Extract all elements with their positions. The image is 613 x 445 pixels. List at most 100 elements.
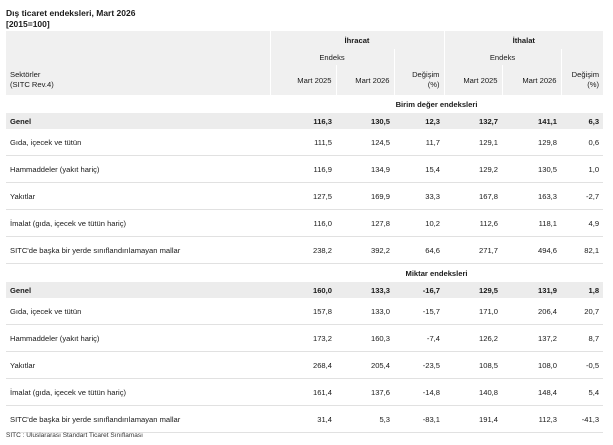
value-cell: 15,4 <box>394 155 445 183</box>
value-cell: 130,5 <box>502 155 562 183</box>
section-title: Birim değer endeksleri <box>270 95 604 113</box>
table-row: Yakıtlar 268,4 205,4 -23,5 108,5 108,0 -0,5 <box>6 351 604 379</box>
export-change-header: Değişim (%) <box>393 65 445 95</box>
value-cell: 116,3 <box>270 113 336 129</box>
value-cell: 111,5 <box>270 129 336 156</box>
value-cell: 169,9 <box>336 182 394 210</box>
sector-header: Sektörler (SITC Rev.4) <box>6 65 270 95</box>
value-cell: 4,9 <box>561 209 604 237</box>
change-header-line1: Değişim <box>571 70 600 79</box>
sector-header-line1: Sektörler <box>10 70 41 79</box>
header-empty-cell <box>6 49 270 65</box>
value-cell: 131,9 <box>502 282 562 298</box>
header-row-index: Endeks Endeks <box>6 49 604 65</box>
value-cell: 6,3 <box>561 113 604 129</box>
base-year-note: [2015=100] <box>6 19 50 29</box>
sector-header-line2: (SITC Rev.4) <box>10 80 54 89</box>
value-cell: 127,5 <box>270 182 336 210</box>
table-row: Hammaddeler (yakıt hariç) 116,9 134,9 15,4 1… <box>6 155 604 183</box>
import-header: İthalat <box>443 31 604 49</box>
value-cell: 133,3 <box>336 282 394 298</box>
value-cell: 157,8 <box>270 298 336 325</box>
table-row: İmalat (gıda, içecek ve tütün hariç) 161,… <box>6 378 604 406</box>
value-cell: 163,3 <box>502 182 562 210</box>
value-cell: 108,0 <box>502 351 562 379</box>
value-cell: 64,6 <box>394 236 445 264</box>
import-change-header: Değişim (%) <box>560 65 604 95</box>
table-row: İmalat (gıda, içecek ve tütün hariç) 116,… <box>6 209 604 237</box>
section-header-row: Miktar endeksleri <box>6 263 604 282</box>
header-empty-cell <box>6 31 270 49</box>
value-cell: 268,4 <box>270 351 336 379</box>
row-label: İmalat (gıda, içecek ve tütün hariç) <box>6 378 270 406</box>
value-cell: -23,5 <box>394 351 445 379</box>
header-row-columns: Sektörler (SITC Rev.4) Mart 2025 Mart 20… <box>6 65 604 95</box>
value-cell: 112,6 <box>444 209 503 237</box>
value-cell: 108,5 <box>444 351 503 379</box>
value-cell: -16,7 <box>394 282 445 298</box>
value-cell: -14,8 <box>394 378 445 406</box>
value-cell: 141,1 <box>502 113 562 129</box>
value-cell: 132,7 <box>444 113 503 129</box>
value-cell: 1,0 <box>561 155 604 183</box>
row-label: Hammaddeler (yakıt hariç) <box>6 155 270 183</box>
value-cell: 148,4 <box>502 378 562 406</box>
page-title: Dış ticaret endeksleri, Mart 2026 <box>6 8 136 18</box>
value-cell: -2,7 <box>561 182 604 210</box>
value-cell: 137,6 <box>336 378 394 406</box>
section-empty-cell <box>6 95 270 113</box>
table-row: Gıda, içecek ve tütün 157,8 133,0 -15,7 171,… <box>6 298 604 325</box>
value-cell: 1,8 <box>561 282 604 298</box>
value-cell: 116,0 <box>270 209 336 237</box>
table-row: Genel 160,0 133,3 -16,7 129,5 131,9 1,8 <box>6 282 604 298</box>
value-cell: 33,3 <box>394 182 445 210</box>
export-2025-header: Mart 2025 <box>269 65 336 95</box>
value-cell: 124,5 <box>336 129 394 156</box>
value-cell: 137,2 <box>502 324 562 352</box>
value-cell: 8,7 <box>561 324 604 352</box>
row-label: SITC'de başka bir yerde sınıflandırılama… <box>6 405 270 433</box>
value-cell: 127,8 <box>336 209 394 237</box>
value-cell: 5,3 <box>336 405 394 433</box>
value-cell: 494,6 <box>502 236 562 264</box>
value-cell: 129,8 <box>502 129 562 156</box>
table-row: SITC'de başka bir yerde sınıflandırılama… <box>6 236 604 264</box>
row-label: Hammaddeler (yakıt hariç) <box>6 324 270 352</box>
table-row: Gıda, içecek ve tütün 111,5 124,5 11,7 129,1… <box>6 129 604 156</box>
value-cell: -83,1 <box>394 405 445 433</box>
table-row: Genel 116,3 130,5 12,3 132,7 141,1 6,3 <box>6 113 604 129</box>
import-2026-header: Mart 2026 <box>501 65 562 95</box>
section-title: Miktar endeksleri <box>270 263 604 282</box>
value-cell: 191,4 <box>444 405 503 433</box>
value-cell: 140,8 <box>444 378 503 406</box>
value-cell: 118,1 <box>502 209 562 237</box>
table-row: Hammaddeler (yakıt hariç) 173,2 160,3 -7,4 1… <box>6 324 604 352</box>
value-cell: -41,3 <box>561 405 604 433</box>
row-label: Yakıtlar <box>6 351 270 379</box>
import-index-header: Endeks <box>443 49 562 65</box>
value-cell: 238,2 <box>270 236 336 264</box>
row-label: Gıda, içecek ve tütün <box>6 298 270 325</box>
change-header-line1: Değişim <box>412 70 440 79</box>
row-label: Genel <box>6 113 270 129</box>
import-2025-header: Mart 2025 <box>443 65 503 95</box>
header-empty-cell <box>560 49 604 65</box>
value-cell: 129,1 <box>444 129 503 156</box>
value-cell: 116,9 <box>270 155 336 183</box>
value-cell: 167,8 <box>444 182 503 210</box>
value-cell: 134,9 <box>336 155 394 183</box>
value-cell: 160,0 <box>270 282 336 298</box>
change-header-line2: (%) <box>427 80 440 89</box>
value-cell: 126,2 <box>444 324 503 352</box>
value-cell: 129,2 <box>444 155 503 183</box>
row-label: İmalat (gıda, içecek ve tütün hariç) <box>6 209 270 237</box>
value-cell: 129,5 <box>444 282 503 298</box>
value-cell: 5,4 <box>561 378 604 406</box>
value-cell: -7,4 <box>394 324 445 352</box>
section-header-row: Birim değer endeksleri <box>6 95 604 113</box>
header-row-groups: İhracat İthalat <box>6 31 604 49</box>
export-header: İhracat <box>269 31 445 49</box>
value-cell: 133,0 <box>336 298 394 325</box>
value-cell: 31,4 <box>270 405 336 433</box>
value-cell: 206,4 <box>502 298 562 325</box>
